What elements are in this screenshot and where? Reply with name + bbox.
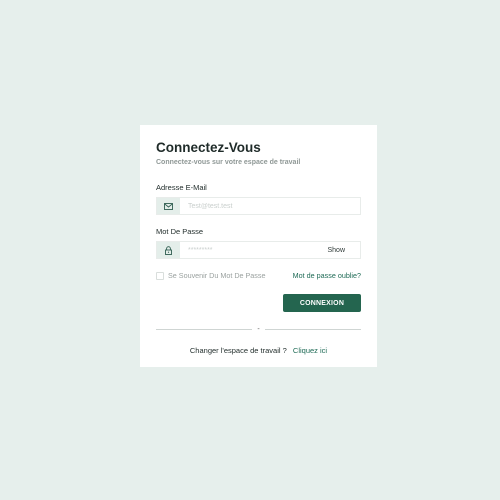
divider-line-left	[156, 329, 252, 330]
show-password-button[interactable]: Show	[327, 247, 360, 254]
remember-me[interactable]: Se Souvenir Du Mot De Passe	[156, 271, 265, 280]
envelope-icon	[157, 198, 180, 214]
forgot-password-link[interactable]: Mot de passe oublie?	[293, 271, 361, 280]
page-title: Connectez-Vous	[156, 140, 261, 155]
remember-label: Se Souvenir Du Mot De Passe	[168, 271, 266, 280]
divider-line-right	[265, 329, 361, 330]
login-button[interactable]: CONNEXION	[283, 294, 361, 312]
workspace-question: Changer l'espace de travail ?	[189, 346, 287, 355]
email-label: Adresse E-Mail	[156, 183, 207, 192]
email-field	[156, 197, 361, 215]
email-input[interactable]	[180, 198, 360, 214]
page-subtitle: Connectez-vous sur votre espace de trava…	[156, 159, 301, 166]
password-field: Show	[156, 241, 361, 259]
divider-text: -	[257, 326, 260, 333]
remember-checkbox[interactable]	[156, 271, 164, 280]
lock-icon	[157, 242, 180, 258]
login-card: Connectez-Vous Connectez-vous sur votre …	[140, 125, 377, 367]
password-input[interactable]	[180, 242, 328, 258]
workspace-link[interactable]: Cliquez ici	[293, 346, 327, 355]
submit-row: CONNEXION	[156, 294, 361, 312]
workspace-switch: Changer l'espace de travail ? Cliquez ic…	[156, 346, 361, 355]
divider: -	[156, 326, 361, 333]
password-label: Mot De Passe	[156, 227, 204, 236]
options-row: Se Souvenir Du Mot De Passe Mot de passe…	[156, 271, 361, 280]
